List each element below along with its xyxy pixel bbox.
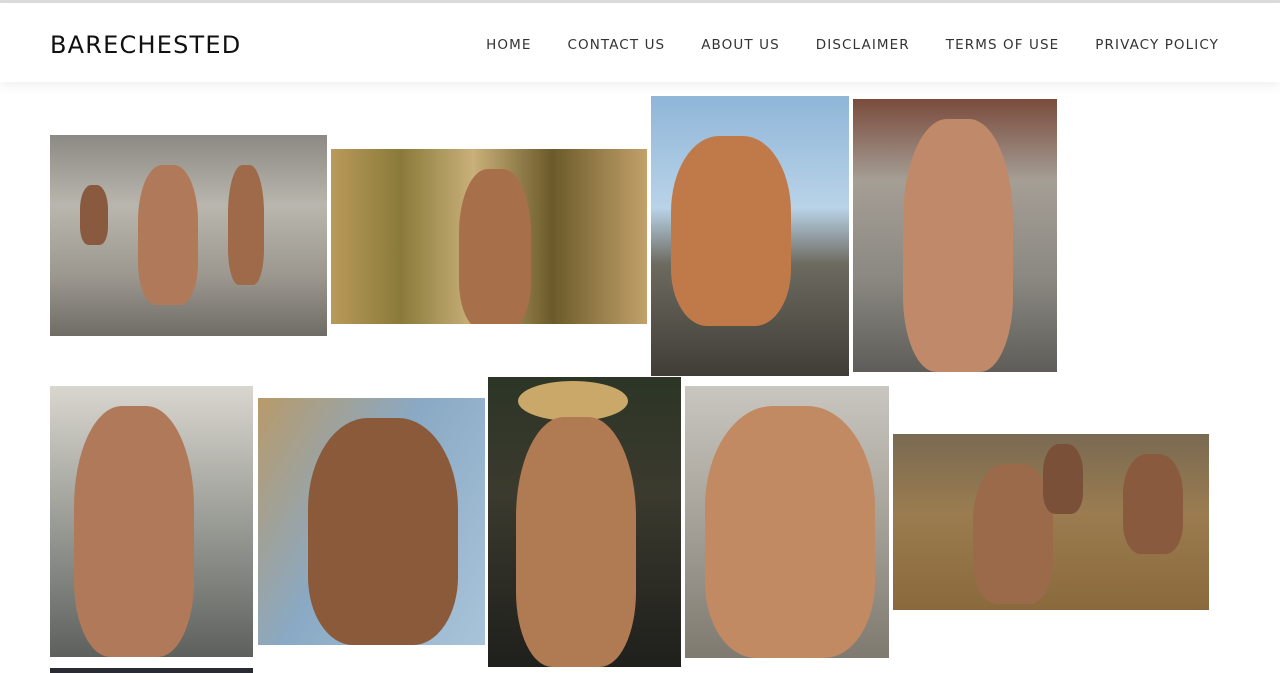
photo-subject	[671, 136, 791, 326]
nav-item-home: HOME	[486, 34, 531, 53]
photo-subject	[705, 406, 875, 658]
photo-subject	[138, 165, 198, 305]
photo-subject	[459, 169, 531, 324]
gallery-photo-man-with-bricks[interactable]	[853, 99, 1057, 372]
main-nav: HOME CONTACT US ABOUT US DISCLAIMER TERM…	[486, 34, 1219, 53]
gallery-photo-man-in-straw-hat[interactable]	[488, 377, 681, 667]
nav-link-about-us[interactable]: ABOUT US	[701, 37, 780, 53]
gallery-photo-children-working[interactable]	[893, 434, 1209, 610]
nav-link-home[interactable]: HOME	[486, 37, 531, 53]
gallery-photo-boy-in-cornfield[interactable]	[331, 149, 647, 324]
nav-link-terms-of-use[interactable]: TERMS OF USE	[946, 37, 1060, 53]
gallery-photo-man-at-scaffolding[interactable]	[50, 386, 253, 657]
gallery-photo-man-with-plank[interactable]	[685, 386, 889, 658]
gallery-photo-construction-workers[interactable]	[50, 135, 327, 336]
photo-hat	[518, 381, 628, 421]
photo-subject	[1043, 444, 1083, 514]
nav-item-contact-us: CONTACT US	[567, 34, 665, 53]
gallery-photo-partial[interactable]	[50, 668, 253, 673]
gallery-photo-man-carrying-lumber[interactable]	[258, 398, 485, 645]
photo-subject	[903, 119, 1013, 372]
photo-subject	[516, 417, 636, 667]
nav-item-terms-of-use: TERMS OF USE	[946, 34, 1060, 53]
site-logo[interactable]: BARECHESTED	[50, 31, 241, 59]
photo-subject	[1123, 454, 1183, 554]
nav-link-disclaimer[interactable]: DISCLAIMER	[816, 37, 910, 53]
nav-item-privacy-policy: PRIVACY POLICY	[1095, 34, 1219, 53]
photo-subject	[228, 165, 264, 285]
gallery-photo-man-on-tractor[interactable]	[651, 96, 849, 376]
nav-item-about-us: ABOUT US	[701, 34, 780, 53]
photo-subject	[308, 418, 458, 645]
photo-subject	[973, 464, 1053, 604]
nav-item-disclaimer: DISCLAIMER	[816, 34, 910, 53]
site-header: BARECHESTED HOME CONTACT US ABOUT US DIS…	[0, 3, 1280, 82]
photo-subject	[80, 185, 108, 245]
nav-link-contact-us[interactable]: CONTACT US	[567, 37, 665, 53]
photo-subject	[74, 406, 194, 657]
photo-gallery	[0, 0, 1280, 673]
nav-link-privacy-policy[interactable]: PRIVACY POLICY	[1095, 37, 1219, 53]
